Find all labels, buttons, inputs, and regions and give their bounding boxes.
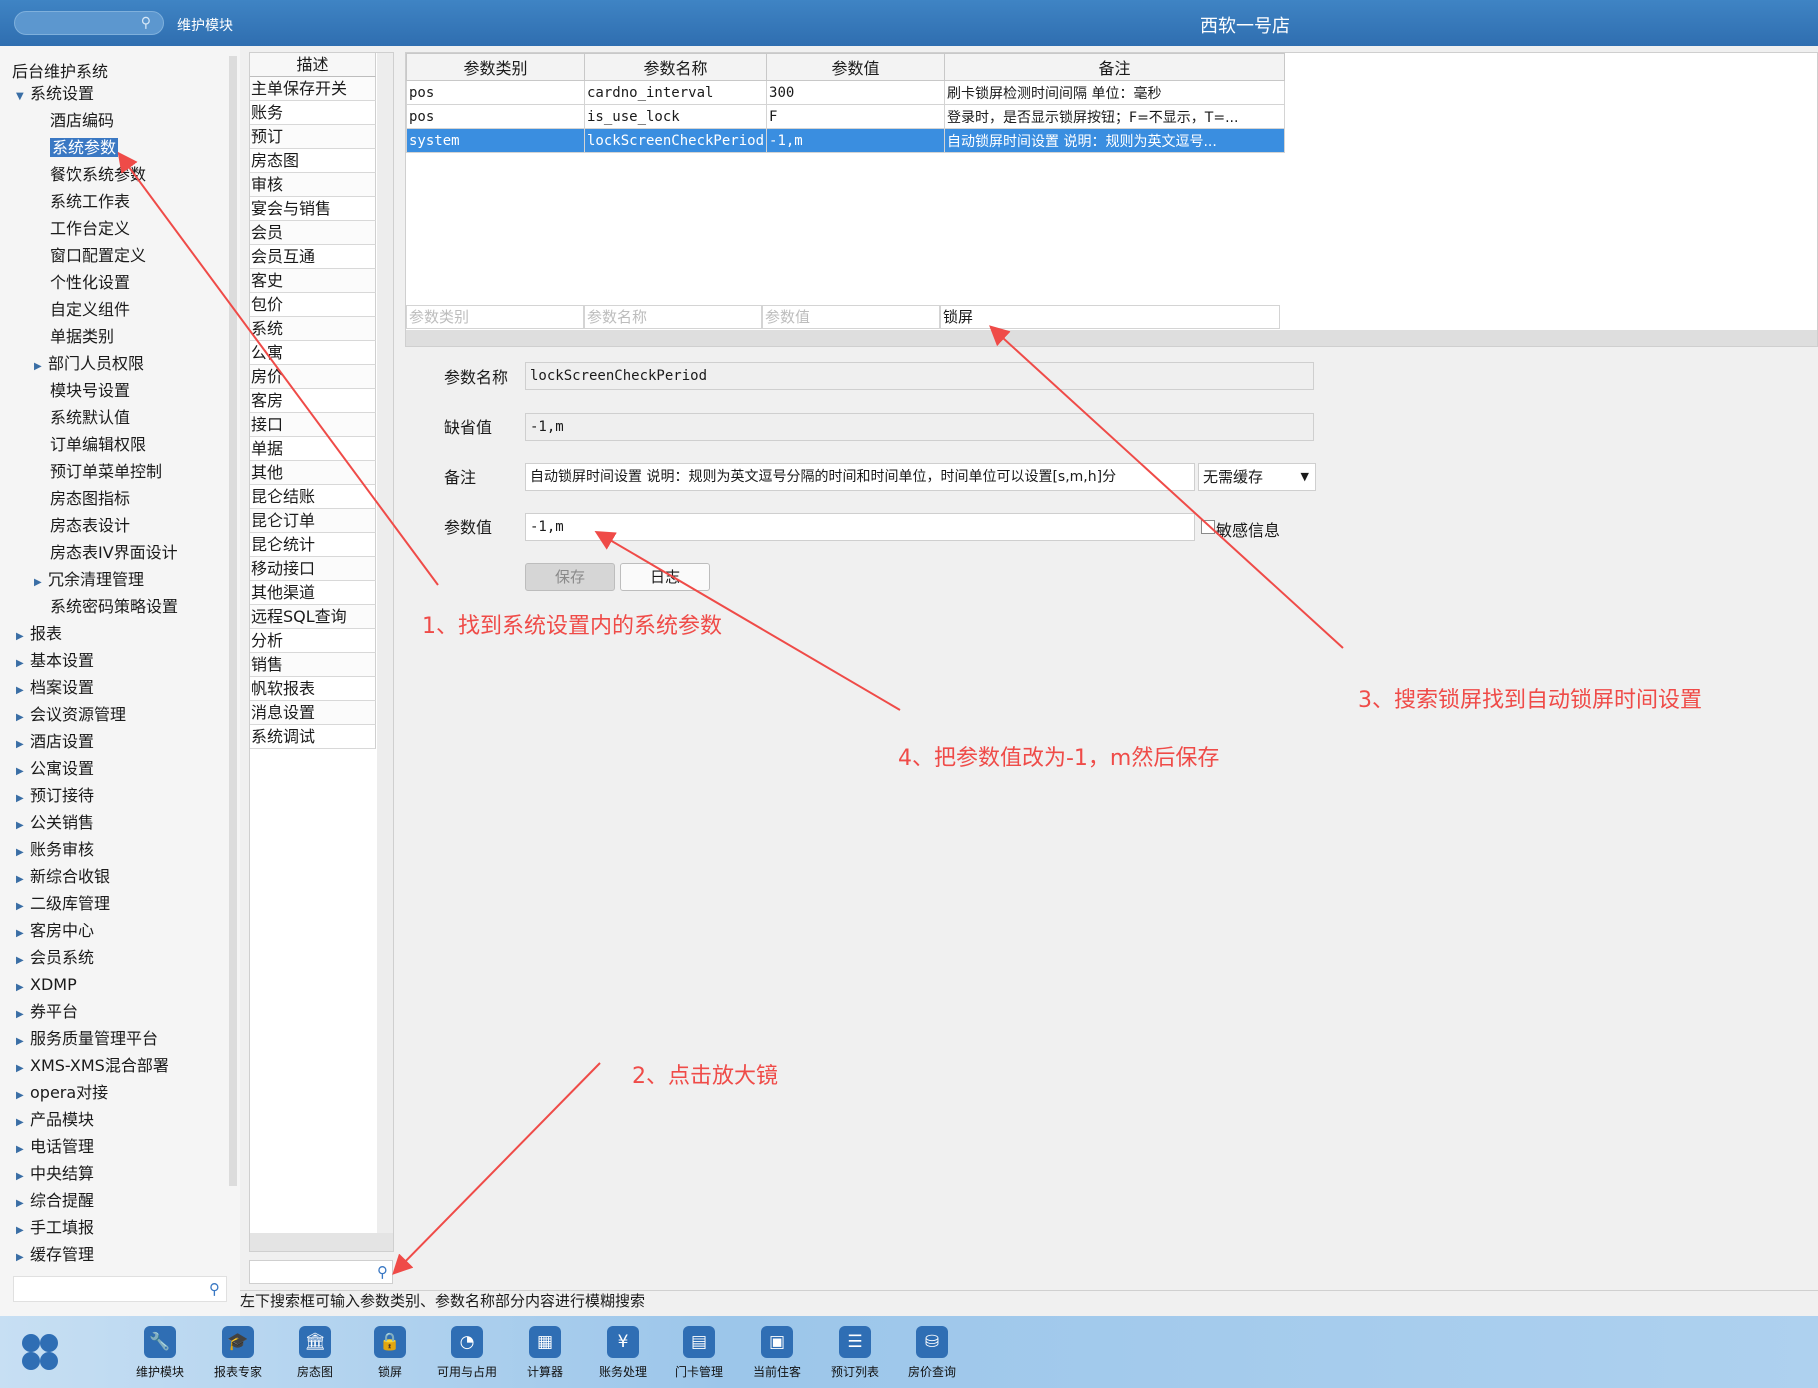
annotation-step-1: 1、找到系统设置内的系统参数 <box>422 614 722 639</box>
annotation-step-3: 3、搜索锁屏找到自动锁屏时间设置 <box>1358 688 1702 713</box>
annotation-step-2: 2、点击放大镜 <box>632 1064 778 1089</box>
arrow-2 <box>392 1062 601 1275</box>
arrow-3 <box>989 325 1344 649</box>
arrow-1 <box>117 151 439 586</box>
annotation-step-4: 4、把参数值改为-1，m然后保存 <box>898 746 1220 771</box>
